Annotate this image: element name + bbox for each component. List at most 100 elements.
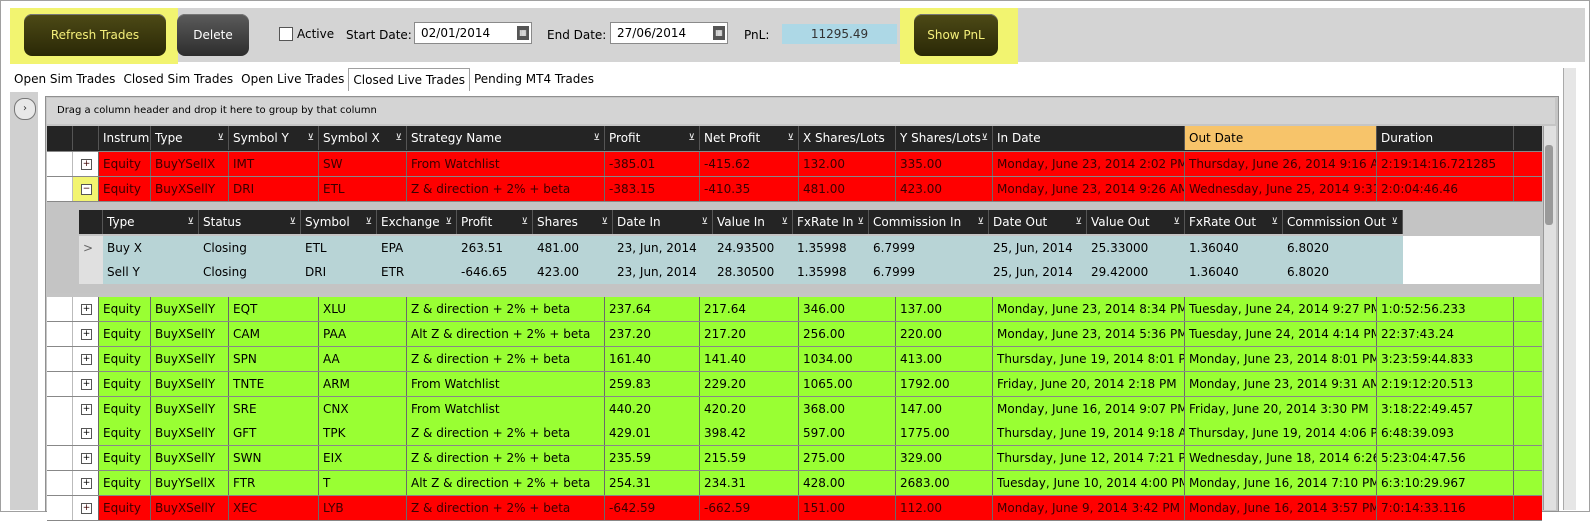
expand-icon[interactable]: +	[81, 428, 92, 439]
filter-icon[interactable]: ⊻	[365, 210, 372, 234]
expand-icon[interactable]: +	[81, 329, 92, 340]
detail-row-indicator[interactable]: >	[79, 236, 103, 260]
expand-icon[interactable]: +	[81, 354, 92, 365]
detail-column-header[interactable]: Commission Out ⊻	[1283, 210, 1403, 234]
tab-closed-sim-trades[interactable]: Closed Sim Trades	[119, 68, 237, 90]
window-scrollbar[interactable]	[1563, 68, 1576, 510]
expand-icon[interactable]: +	[81, 159, 92, 170]
collapse-icon[interactable]: −	[81, 184, 92, 195]
expand-icon[interactable]: +	[81, 379, 92, 390]
group-by-panel[interactable]: Drag a column header and drop it here to…	[47, 98, 1555, 124]
refresh-trades-button[interactable]: Refresh Trades	[24, 14, 166, 56]
column-header[interactable]: Symbol X ⊻	[319, 126, 407, 150]
row-indicator[interactable]	[47, 372, 73, 396]
filter-icon[interactable]: ⊻	[1271, 210, 1278, 234]
row-expander[interactable]: +	[73, 372, 99, 396]
filter-icon[interactable]: ⊻	[977, 210, 984, 234]
column-header[interactable]: Profit ⊻	[605, 126, 700, 150]
filter-icon[interactable]: ⊻	[857, 210, 864, 234]
row-indicator[interactable]	[47, 397, 73, 421]
expand-icon[interactable]: +	[81, 478, 92, 489]
table-row[interactable]: + Equity BuyXSellY CAM PAA Alt Z & direction …	[47, 322, 1542, 347]
detail-column-header[interactable]: Value Out ⊻	[1087, 210, 1185, 234]
detail-column-header[interactable]: Symbol ⊻	[301, 210, 377, 234]
detail-column-header[interactable]: Shares ⊻	[533, 210, 613, 234]
detail-column-header[interactable]: Exchange ⊻	[377, 210, 457, 234]
filter-icon[interactable]: ⊻	[187, 210, 194, 234]
column-header[interactable]: Net Profit ⊻	[700, 126, 799, 150]
row-indicator[interactable]	[47, 421, 73, 445]
filter-icon[interactable]: ⊻	[445, 210, 452, 234]
row-expander[interactable]: +	[73, 397, 99, 421]
row-expander[interactable]: +	[73, 446, 99, 470]
filter-icon[interactable]: ⊻	[593, 126, 600, 150]
filter-icon[interactable]: ⊻	[688, 126, 695, 150]
calendar-icon[interactable]: ▦	[517, 26, 529, 40]
filter-icon[interactable]: ⊻	[289, 210, 296, 234]
column-header[interactable]: Symbol Y ⊻	[229, 126, 319, 150]
table-row[interactable]: + Equity BuyYSellX IMT SW From Watchlist -385.…	[47, 152, 1542, 177]
row-expander[interactable]: −	[73, 177, 99, 201]
detail-row[interactable]: > Buy X Closing ETL EPA 263.51 481.00 23, Jun, …	[79, 236, 1540, 260]
scrollbar-thumb[interactable]	[1545, 145, 1553, 225]
filter-icon[interactable]: ⊻	[787, 126, 794, 150]
row-expander[interactable]: +	[73, 421, 99, 445]
row-indicator[interactable]	[47, 322, 73, 346]
filter-icon[interactable]: ⊻	[981, 126, 988, 150]
tab-open-sim-trades[interactable]: Open Sim Trades	[10, 68, 119, 90]
column-header[interactable]: Out Date	[1185, 126, 1377, 150]
filter-icon[interactable]: ⊻	[217, 126, 224, 150]
filter-icon[interactable]: ⊻	[1173, 210, 1180, 234]
filter-icon[interactable]: ⊻	[601, 210, 608, 234]
table-row[interactable]: + Equity BuyXSellY SPN AA Z & direction + 2% …	[47, 347, 1542, 372]
row-expander[interactable]: +	[73, 152, 99, 176]
row-expander[interactable]: +	[73, 347, 99, 371]
tab-pending-mt4-trades[interactable]: Pending MT4 Trades	[470, 68, 598, 90]
table-row[interactable]: + Equity BuyYSellX FTR T Alt Z & direction + …	[47, 471, 1542, 496]
row-indicator[interactable]	[47, 152, 73, 176]
table-row[interactable]: + Equity BuyXSellY GFT TPK Z & direction + 2%…	[47, 421, 1542, 446]
table-row[interactable]: + Equity BuyXSellY TNTE ARM From Watchlist 259…	[47, 372, 1542, 397]
filter-icon[interactable]: ⊻	[1075, 210, 1082, 234]
end-date-field[interactable]: 27/06/2014 ▦	[610, 22, 728, 44]
row-indicator[interactable]	[47, 446, 73, 470]
table-row[interactable]: + Equity BuyXSellY SRE CNX From Watchlist 440.…	[47, 397, 1542, 422]
column-header[interactable]: Strategy Name ⊻	[407, 126, 605, 150]
detail-column-header[interactable]: FxRate Out ⊻	[1185, 210, 1283, 234]
row-expander[interactable]: +	[73, 471, 99, 495]
row-indicator[interactable]	[47, 177, 73, 201]
row-indicator[interactable]	[47, 496, 73, 520]
detail-column-header[interactable]: Date Out ⊻	[989, 210, 1087, 234]
detail-column-header[interactable]: Date In ⊻	[613, 210, 713, 234]
detail-column-header[interactable]: FxRate In ⊻	[793, 210, 869, 234]
table-row[interactable]: + Equity BuyXSellY SWN EIX Z & direction + 2%…	[47, 446, 1542, 471]
show-pnl-button[interactable]: Show PnL	[914, 14, 998, 56]
detail-column-header[interactable]: Status ⊻	[199, 210, 301, 234]
column-header[interactable]: Type ⊻	[151, 126, 229, 150]
table-row[interactable]: + Equity BuyXSellY EQT XLU Z & direction + 2%…	[47, 297, 1542, 322]
expand-icon[interactable]: +	[81, 503, 92, 514]
row-expander[interactable]: +	[73, 496, 99, 520]
table-row[interactable]: + Equity BuyXSellY XEC LYB Z & direction + 2%…	[47, 496, 1542, 521]
delete-button[interactable]: Delete	[177, 14, 249, 56]
column-header[interactable]: X Shares/Lots⊻	[799, 126, 896, 150]
detail-column-header[interactable]: Profit ⊻	[457, 210, 533, 234]
detail-column-header[interactable]: Type ⊻	[103, 210, 199, 234]
detail-column-header[interactable]: Commission In ⊻	[869, 210, 989, 234]
filter-icon[interactable]: ⊻	[1391, 210, 1398, 234]
expand-icon[interactable]: +	[81, 304, 92, 315]
expand-icon[interactable]: +	[81, 453, 92, 464]
column-header[interactable]: Y Shares/Lots ⊻	[896, 126, 993, 150]
table-row[interactable]: − Equity BuyXSellY DRI ETL Z & direction + 2%…	[47, 177, 1542, 202]
filter-icon[interactable]: ⊻	[521, 210, 528, 234]
row-indicator[interactable]	[47, 471, 73, 495]
expand-panel-icon[interactable]: ›	[14, 98, 36, 120]
tab-open-live-trades[interactable]: Open Live Trades	[237, 68, 348, 90]
row-indicator[interactable]	[47, 297, 73, 321]
filter-icon[interactable]: ⊻	[395, 126, 402, 150]
expand-icon[interactable]: +	[81, 404, 92, 415]
column-header[interactable]: Instrumen⊻	[99, 126, 151, 150]
detail-column-header[interactable]: Value In ⊻	[713, 210, 793, 234]
filter-icon[interactable]: ⊻	[307, 126, 314, 150]
row-indicator[interactable]	[47, 347, 73, 371]
